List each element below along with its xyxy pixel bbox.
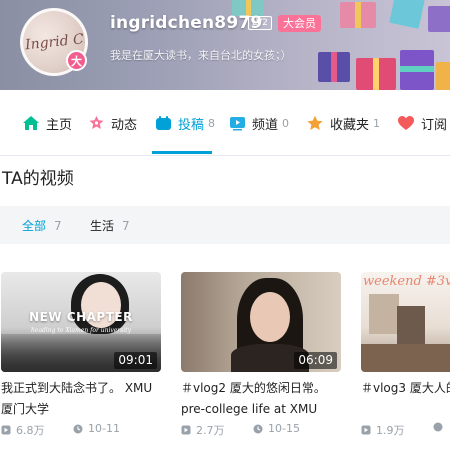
tab-home-label: 主页 <box>46 117 73 133</box>
upload-icon <box>156 116 171 130</box>
official-badge-icon: 大 <box>66 50 87 71</box>
video-thumbnail[interactable]: weekend #3v <box>361 272 450 372</box>
video-card[interactable]: weekend #3v ＃vlog3 厦大人的 1.9万 <box>361 272 450 437</box>
profile-nav: 主页 动态 投稿 8 频道 0 收藏夹 1 订阅 <box>0 90 450 156</box>
tab-favorites[interactable]: 收藏夹 1 <box>306 112 380 134</box>
filter-all-count: 7 <box>54 219 62 233</box>
video-title[interactable]: ＃vlog2 厦大的悠闲日常。 pre-college life at XMU <box>181 378 345 420</box>
video-card[interactable]: 06:09 ＃vlog2 厦大的悠闲日常。 pre-college life a… <box>181 272 345 437</box>
video-thumbnail[interactable]: 06:09 <box>181 272 341 372</box>
tab-uploads-count: 8 <box>208 116 216 130</box>
channel-icon <box>230 117 245 131</box>
tab-home[interactable]: 主页 <box>22 112 72 134</box>
video-thumbnail[interactable]: NEW CHAPTER heading to Xiamen for univer… <box>1 272 161 372</box>
video-views: 2.7万 <box>196 424 225 437</box>
tab-channels[interactable]: 频道 0 <box>229 112 289 134</box>
section-title: TA的视频 <box>2 169 74 189</box>
tab-uploads[interactable]: 投稿 8 <box>155 112 215 134</box>
video-meta: 6.8万 10-11 <box>1 422 165 438</box>
video-views: 1.9万 <box>376 424 405 437</box>
video-date: 10-15 <box>268 422 300 435</box>
thumbnail-caption: weekend #3v <box>363 274 450 289</box>
filter-life-count: 7 <box>122 219 130 233</box>
tab-dynamic[interactable]: 动态 <box>88 112 137 134</box>
user-bio: 我是在厦大读书，来自台北的女孩；） <box>110 49 292 62</box>
video-title[interactable]: ＃vlog3 厦大人的 <box>361 378 450 420</box>
play-count-icon <box>1 425 11 435</box>
play-count-icon <box>181 425 191 435</box>
video-card[interactable]: NEW CHAPTER heading to Xiamen for univer… <box>1 272 165 437</box>
active-tab-indicator <box>152 151 212 154</box>
vip-badge[interactable]: 大会员 <box>278 15 321 32</box>
home-icon <box>23 116 39 130</box>
tab-favorites-label: 收藏夹 <box>330 117 370 133</box>
tab-favorites-count: 1 <box>373 116 381 130</box>
tab-subscriptions[interactable]: 订阅 <box>397 112 447 134</box>
video-views: 6.8万 <box>16 424 45 437</box>
profile-banner: Ingrid Chen 大 ingridchen8979 LV2 大会员 我是在… <box>0 0 450 90</box>
filter-all-label: 全部 <box>22 219 47 233</box>
gift-decoration <box>436 62 450 90</box>
tab-uploads-label: 投稿 <box>178 117 205 133</box>
video-duration: 09:01 <box>114 352 157 369</box>
thumbnail-caption: NEW CHAPTER <box>29 310 133 324</box>
star-icon <box>307 115 323 130</box>
video-meta: 1.9万 <box>361 422 450 438</box>
video-duration: 06:09 <box>294 352 337 369</box>
video-date: 10-11 <box>88 422 120 435</box>
clock-icon <box>433 422 443 432</box>
play-count-icon <box>361 425 371 435</box>
tab-channels-count: 0 <box>282 116 290 130</box>
tab-subscriptions-label: 订阅 <box>421 117 448 133</box>
filter-life-label: 生活 <box>90 219 115 233</box>
video-meta: 2.7万 10-15 <box>181 422 345 438</box>
level-badge: LV2 <box>248 16 272 30</box>
gift-decoration <box>428 6 450 32</box>
filter-all[interactable]: 全部 7 <box>22 217 62 234</box>
thumbnail-subcaption: heading to Xiamen for university <box>31 327 131 334</box>
dynamic-icon <box>89 116 104 129</box>
video-title[interactable]: 我正式到大陆念书了。 XMU 厦门大学 <box>1 378 165 420</box>
heart-icon <box>398 116 414 130</box>
clock-icon <box>253 424 263 433</box>
filter-life[interactable]: 生活 7 <box>90 217 130 234</box>
tab-channels-label: 频道 <box>252 117 279 133</box>
filter-bar: 全部 7 生活 7 <box>0 206 450 244</box>
clock-icon <box>73 424 83 433</box>
tab-dynamic-label: 动态 <box>111 117 138 133</box>
gift-decoration <box>389 0 425 29</box>
username: ingridchen8979 <box>110 13 263 33</box>
